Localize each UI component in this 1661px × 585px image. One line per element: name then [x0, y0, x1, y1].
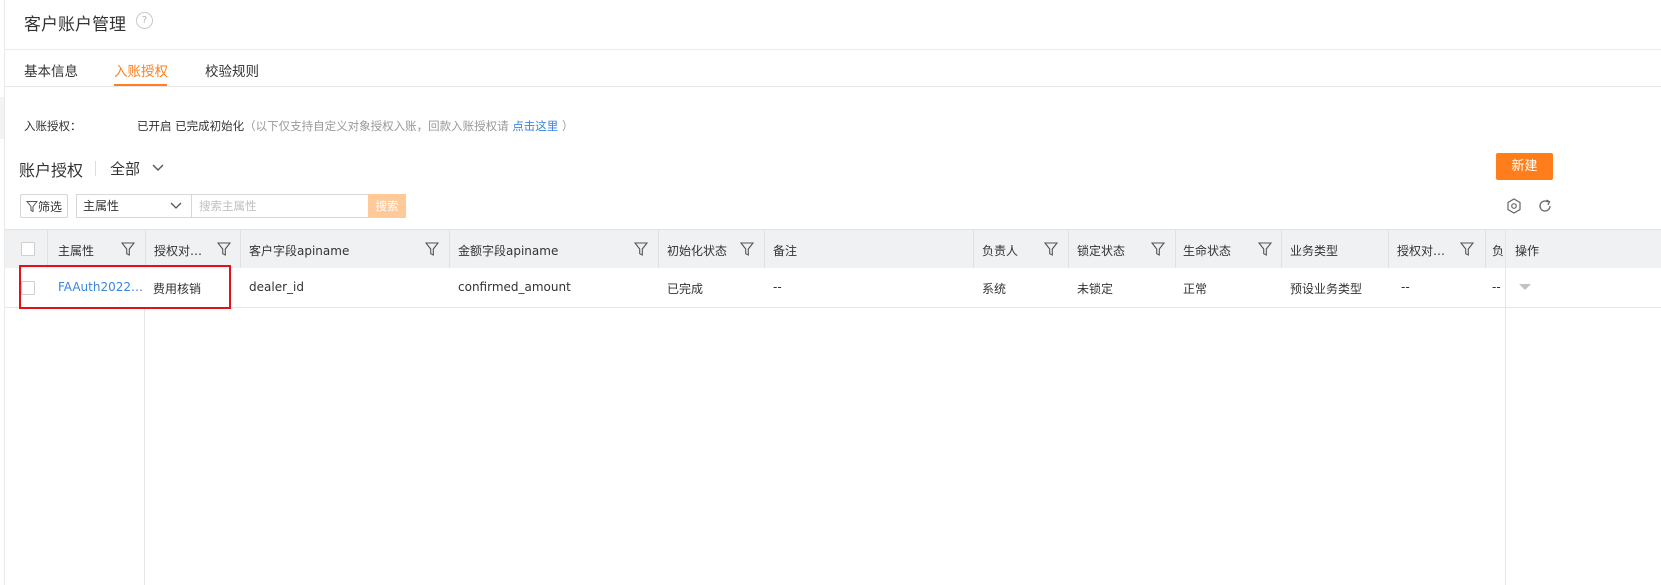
col-divider	[973, 230, 974, 268]
title-separator	[95, 161, 96, 176]
settings-icon[interactable]	[1505, 197, 1523, 215]
col-divider	[658, 230, 659, 268]
filter-icon	[25, 201, 39, 213]
cell-business-type: 预设业务类型	[1290, 282, 1363, 296]
col-divider	[145, 230, 146, 268]
cell-lock-status: 未锁定	[1077, 282, 1114, 296]
search-input[interactable]: 搜索主属性	[191, 194, 369, 218]
header-life-status[interactable]: 生命状态	[1183, 242, 1231, 259]
search-button[interactable]: 搜索	[368, 194, 406, 218]
header-lock-status[interactable]: 锁定状态	[1077, 242, 1125, 259]
header-divider	[5, 49, 1661, 50]
filter-icon[interactable]	[1151, 241, 1165, 257]
cell-owner: 系统	[982, 282, 1007, 296]
cell-extra: --	[1492, 280, 1501, 294]
filter-icon[interactable]	[217, 241, 231, 257]
tab-validation-rules[interactable]: 校验规则	[205, 60, 259, 80]
authorization-info-bar: 入账授权： 已开启 已完成初始化（以下仅支持自定义对象授权入账，回款入账授权请 …	[0, 97, 1661, 139]
authorization-tip-suffix: ）	[558, 119, 574, 133]
col-divider	[449, 230, 450, 268]
table-header: 主属性 授权对… 客户字段apiname 金额字段apiname 初始化状态 备…	[5, 229, 1661, 268]
col-divider	[1068, 230, 1069, 268]
filter-icon[interactable]	[1460, 241, 1474, 257]
help-icon[interactable]: ?	[136, 12, 153, 29]
header-owner[interactable]: 负责人	[982, 242, 1018, 259]
new-button[interactable]: 新建	[1496, 153, 1553, 180]
chevron-down-icon	[170, 202, 182, 209]
authorization-tip-prefix: （以下仅支持自定义对象授权入账，回款入账授权请	[244, 119, 513, 133]
col-divider	[240, 230, 241, 268]
col-divider	[764, 230, 765, 268]
filter-icon[interactable]	[634, 241, 648, 257]
refresh-icon[interactable]	[1536, 197, 1554, 215]
col-divider	[1388, 230, 1389, 268]
header-customer-field[interactable]: 客户字段apiname	[249, 242, 349, 259]
section-title: 账户授权	[19, 161, 84, 180]
tabs-divider	[5, 86, 1661, 87]
cell-life-status: 正常	[1183, 282, 1208, 296]
click-here-link[interactable]: 点击这里	[512, 119, 558, 133]
highlight-box	[19, 265, 231, 309]
attribute-select[interactable]: 主属性	[76, 194, 191, 218]
cell-amount-field: confirmed_amount	[458, 280, 571, 294]
tab-basic-info[interactable]: 基本信息	[24, 60, 78, 80]
bar-accent	[0, 97, 4, 139]
authorization-status: 已开启 已完成初始化（以下仅支持自定义对象授权入账，回款入账授权请 点击这里 ）	[137, 118, 573, 134]
header-operations: 操作	[1515, 244, 1540, 258]
cell-customer-field: dealer_id	[249, 280, 304, 294]
view-scope-label: 全部	[110, 160, 141, 178]
select-all-checkbox[interactable]	[21, 242, 35, 256]
ops-column-divider	[1505, 229, 1506, 585]
filter-label: 筛选	[38, 200, 63, 214]
attribute-select-value: 主属性	[83, 199, 120, 213]
col-divider	[1175, 230, 1176, 268]
col-divider	[1485, 230, 1486, 268]
chevron-down-icon	[152, 164, 164, 171]
header-remark[interactable]: 备注	[773, 242, 797, 259]
authorization-label: 入账授权：	[24, 119, 82, 133]
cell-init-status: 已完成	[667, 282, 704, 296]
header-authorized-object[interactable]: 授权对…	[154, 242, 202, 259]
filter-icon[interactable]	[121, 241, 135, 257]
filter-icon[interactable]	[1044, 241, 1058, 257]
col-divider	[47, 230, 48, 268]
frozen-column-divider	[144, 307, 145, 585]
header-init-status[interactable]: 初始化状态	[667, 242, 727, 259]
view-scope-select[interactable]: 全部	[110, 158, 165, 179]
header-business-type[interactable]: 业务类型	[1290, 242, 1338, 259]
filter-button[interactable]: 筛选	[20, 194, 68, 218]
row-actions-dropdown-icon[interactable]	[1519, 284, 1531, 290]
col-divider	[1281, 230, 1282, 268]
table-row[interactable]: FAAuth2022… 费用核销 dealer_id confirmed_amo…	[5, 268, 1661, 308]
header-owner-2[interactable]: 负	[1492, 242, 1504, 259]
header-authorized-object-2[interactable]: 授权对…	[1397, 242, 1445, 259]
cell-authorized-object-2: --	[1401, 280, 1410, 294]
filter-icon[interactable]	[425, 241, 439, 257]
filter-icon[interactable]	[740, 241, 754, 257]
tab-entry-authorization[interactable]: 入账授权	[114, 60, 168, 80]
authorization-status-text: 已开启 已完成初始化	[137, 119, 245, 133]
filter-icon[interactable]	[1258, 241, 1272, 257]
page-title: 客户账户管理	[24, 15, 126, 35]
cell-remark: --	[773, 280, 782, 294]
header-amount-field[interactable]: 金额字段apiname	[458, 242, 558, 259]
header-primary-attribute[interactable]: 主属性	[58, 242, 94, 259]
